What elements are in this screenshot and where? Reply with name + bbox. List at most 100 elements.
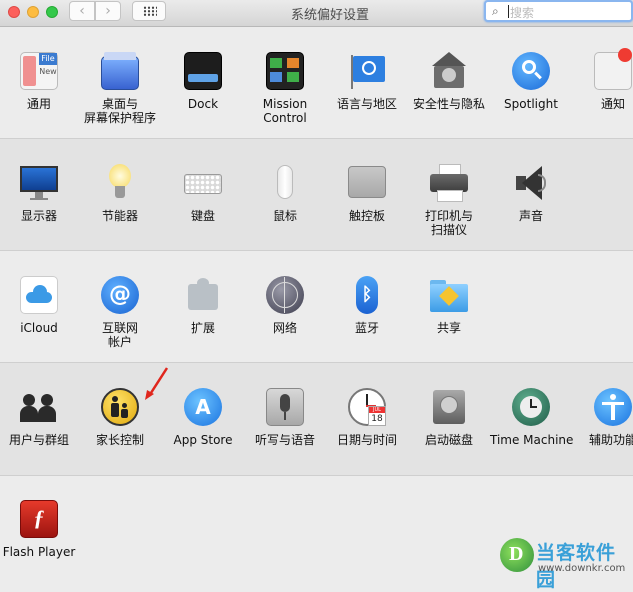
spotlight-icon	[512, 52, 550, 90]
accessibility-icon	[594, 388, 632, 426]
pref-bluetooth[interactable]: ᛒ 蓝牙	[326, 276, 408, 335]
pref-label: 互联网 帐户	[101, 321, 138, 349]
pref-printers-scanners[interactable]: 打印机与 扫描仪	[408, 164, 490, 237]
pref-security-privacy[interactable]: 安全性与隐私	[408, 52, 490, 111]
extensions-icon	[184, 276, 222, 314]
energy-saver-icon	[101, 164, 139, 202]
bluetooth-icon: ᛒ	[348, 276, 386, 314]
date-time-icon: JUL 18	[348, 388, 386, 426]
users-groups-icon	[20, 388, 58, 426]
pref-spotlight[interactable]: Spotlight	[490, 52, 572, 111]
pref-label: 鼠标	[272, 209, 297, 223]
app-store-icon: A	[184, 388, 222, 426]
pref-dictation-speech[interactable]: 听写与语音	[244, 388, 326, 447]
annotation-arrow-icon	[145, 367, 169, 400]
pref-label: 日期与时间	[336, 433, 397, 447]
pref-language-region[interactable]: 语言与地区	[326, 52, 408, 111]
pref-date-time[interactable]: JUL 18 日期与时间	[326, 388, 408, 447]
displays-icon	[20, 164, 58, 202]
pref-label: 桌面与 屏幕保护程序	[83, 97, 156, 125]
pref-network[interactable]: 网络	[244, 276, 326, 335]
flash-player-icon: ƒ	[20, 500, 58, 538]
watermark: D 当客软件园 www.downkr.com	[500, 536, 633, 591]
pref-label: 显示器	[20, 209, 57, 223]
pref-flash-player[interactable]: ƒ Flash Player	[0, 500, 80, 559]
pref-label: 打印机与 扫描仪	[424, 209, 473, 237]
window-title: 系统偏好设置	[290, 8, 369, 23]
pref-dock[interactable]: Dock	[162, 52, 244, 111]
notifications-icon	[594, 48, 632, 90]
title-bar: ‹ › 系统偏好设置 ⌕ 搜索	[0, 0, 633, 27]
pref-energy-saver[interactable]: 节能器	[79, 164, 161, 223]
network-icon	[266, 276, 304, 314]
search-icon: ⌕	[492, 4, 499, 18]
dock-icon	[184, 52, 222, 90]
pref-label: 声音	[518, 209, 543, 223]
internet-accounts-icon: @	[101, 276, 139, 314]
trackpad-icon	[348, 164, 386, 202]
general-icon: File New	[20, 52, 58, 90]
pref-notifications[interactable]: 通知	[572, 48, 633, 111]
keyboard-icon	[184, 164, 222, 202]
pref-mission-control[interactable]: Mission Control	[244, 52, 326, 125]
pref-time-machine[interactable]: Time Machine	[490, 388, 574, 447]
pref-sound[interactable]: 声音	[490, 164, 572, 223]
pref-label: Time Machine	[490, 433, 574, 447]
minimize-button[interactable]	[27, 6, 39, 18]
pref-label: Flash Player	[2, 545, 76, 559]
mission-control-icon	[266, 52, 304, 90]
pref-label: 网络	[272, 321, 297, 335]
forward-button[interactable]: ›	[95, 1, 121, 21]
icloud-icon	[20, 276, 58, 314]
pref-users-groups[interactable]: 用户与群组	[0, 388, 80, 447]
search-placeholder: 搜索	[510, 6, 535, 20]
security-privacy-icon	[430, 52, 468, 90]
sharing-icon	[430, 276, 468, 314]
watermark-logo: D	[500, 538, 534, 572]
pref-label: 听写与语音	[254, 433, 315, 447]
pref-label: App Store	[173, 433, 233, 447]
pref-keyboard[interactable]: 键盘	[162, 164, 244, 223]
pref-label: 语言与地区	[336, 97, 397, 111]
pref-displays[interactable]: 显示器	[0, 164, 80, 223]
pref-label: Mission Control	[262, 97, 308, 125]
language-region-icon	[348, 52, 386, 90]
back-button[interactable]: ‹	[69, 1, 95, 21]
desktop-screensaver-icon	[101, 52, 139, 90]
sound-icon	[512, 164, 550, 202]
zoom-button[interactable]	[46, 6, 58, 18]
printers-scanners-icon	[430, 164, 468, 202]
pref-label: 通知	[600, 97, 625, 111]
dictation-speech-icon	[266, 388, 304, 426]
pref-accessibility[interactable]: 辅助功能	[572, 388, 633, 447]
pref-label: 家长控制	[95, 433, 144, 447]
pref-general[interactable]: File New 通用	[0, 52, 80, 111]
pref-label: 扩展	[190, 321, 215, 335]
pref-desktop-screensaver[interactable]: 桌面与 屏幕保护程序	[79, 52, 161, 125]
pref-extensions[interactable]: 扩展	[162, 276, 244, 335]
pref-label: 节能器	[101, 209, 138, 223]
pref-mouse[interactable]: 鼠标	[244, 164, 326, 223]
pref-icloud[interactable]: iCloud	[0, 276, 80, 335]
pref-label: 启动磁盘	[424, 433, 473, 447]
mouse-icon	[266, 164, 304, 202]
pref-internet-accounts[interactable]: @ 互联网 帐户	[79, 276, 161, 349]
pref-label: iCloud	[20, 321, 58, 335]
pref-app-store[interactable]: A App Store	[162, 388, 244, 447]
close-button[interactable]	[8, 6, 20, 18]
pref-trackpad[interactable]: 触控板	[326, 164, 408, 223]
pref-label: 通用	[26, 97, 51, 111]
text-caret	[508, 5, 509, 18]
pref-label: 安全性与隐私	[412, 97, 485, 111]
parental-controls-icon	[101, 388, 139, 426]
pref-label: Spotlight	[504, 97, 558, 111]
pref-label: 共享	[436, 321, 461, 335]
pref-label: 用户与群组	[8, 433, 69, 447]
watermark-url: www.downkr.com	[538, 563, 626, 574]
show-all-button[interactable]	[132, 1, 166, 21]
time-machine-icon	[512, 388, 550, 426]
startup-disk-icon	[430, 388, 468, 426]
pref-startup-disk[interactable]: 启动磁盘	[408, 388, 490, 447]
search-field[interactable]: ⌕ 搜索	[484, 0, 633, 22]
pref-sharing[interactable]: 共享	[408, 276, 490, 335]
